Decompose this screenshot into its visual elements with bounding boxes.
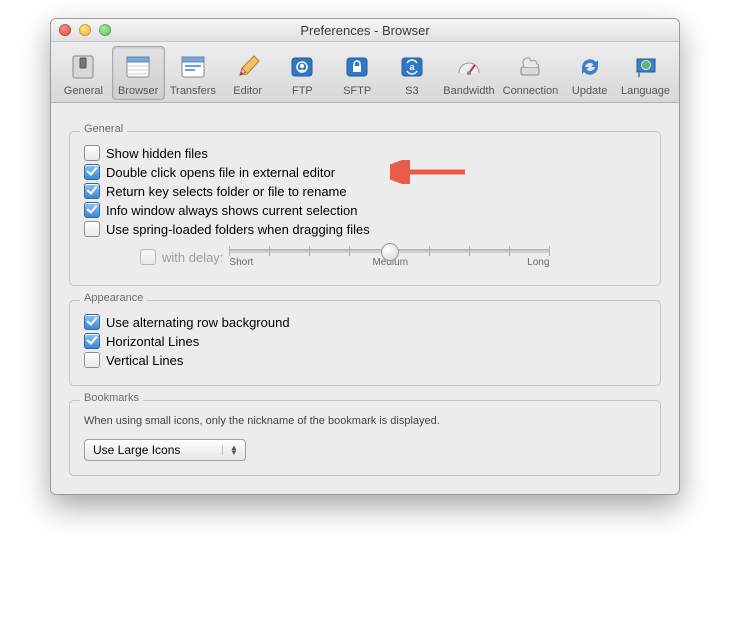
slider-thumb-icon[interactable] [381,243,399,261]
toolbar-label: Connection [503,85,559,97]
label-with-delay: with delay: [162,250,223,265]
preferences-window: Preferences - Browser General [50,18,680,495]
toolbar-item-transfers[interactable]: Transfers [167,46,220,100]
bandwidth-icon [453,51,485,83]
label-return-rename[interactable]: Return key selects folder or file to ren… [106,184,347,199]
checkbox-horizontal-lines[interactable] [84,333,100,349]
label-dblclick-external-editor[interactable]: Double click opens file in external edit… [106,165,335,180]
group-appearance: Appearance Use alternating row backgroun… [69,300,661,386]
checkbox-show-hidden[interactable] [84,145,100,161]
toolbar-label: Bandwidth [443,85,494,97]
window-title: Preferences - Browser [51,23,679,38]
label-horizontal-lines[interactable]: Horizontal Lines [106,334,199,349]
toolbar-item-ftp[interactable]: FTP [276,46,329,100]
label-info-window[interactable]: Info window always shows current selecti… [106,203,357,218]
toolbar-item-sftp[interactable]: SFTP [331,46,384,100]
toolbar-item-language[interactable]: Language [618,46,673,100]
toolbar-label: Transfers [170,85,216,97]
update-icon [574,51,606,83]
slider-label-short: Short [229,257,253,268]
icon-size-select-value: Use Large Icons [93,443,180,457]
toolbar-item-bandwidth[interactable]: Bandwidth [440,46,497,100]
checkbox-info-window[interactable] [84,202,100,218]
sftp-icon [341,51,373,83]
s3-icon: a [396,51,428,83]
toolbar-item-update[interactable]: Update [563,46,616,100]
toolbar-item-connection[interactable]: Connection [500,46,562,100]
checkbox-alternating-row[interactable] [84,314,100,330]
titlebar: Preferences - Browser [51,19,679,42]
checkbox-with-delay [140,249,156,265]
label-spring-loaded[interactable]: Use spring-loaded folders when dragging … [106,222,370,237]
toolbar-label: SFTP [343,85,371,97]
group-general: General Show hidden files Double click o… [69,131,661,286]
bookmarks-note: When using small icons, only the nicknam… [84,415,646,427]
toolbar-label: Language [621,85,670,97]
label-show-hidden[interactable]: Show hidden files [106,146,208,161]
ftp-icon [286,51,318,83]
group-appearance-label: Appearance [80,292,147,304]
toolbar-item-s3[interactable]: a S3 [386,46,439,100]
checkbox-spring-loaded[interactable] [84,221,100,237]
toolbar-label: General [64,85,103,97]
icon-size-select[interactable]: Use Large Icons ▲▼ [84,439,246,461]
checkbox-dblclick-external-editor[interactable] [84,164,100,180]
label-vertical-lines[interactable]: Vertical Lines [106,353,183,368]
language-icon [630,51,662,83]
select-arrows-icon: ▲▼ [222,445,241,455]
preferences-body: General Show hidden files Double click o… [51,103,679,494]
toolbar-label: Update [572,85,607,97]
checkbox-return-rename[interactable] [84,183,100,199]
toolbar-label: Editor [233,85,262,97]
toolbar-label: S3 [405,85,418,97]
toolbar-item-general[interactable]: General [57,46,110,100]
group-general-label: General [80,123,127,135]
connection-icon [514,51,546,83]
slider-label-long: Long [527,257,549,268]
toolbar-label: FTP [292,85,313,97]
transfers-icon [177,51,209,83]
toolbar-item-browser[interactable]: Browser [112,46,165,100]
toolbar-item-editor[interactable]: Editor [221,46,274,100]
general-icon [67,51,99,83]
toolbar-label: Browser [118,85,158,97]
delay-slider[interactable]: Short Medium Long [229,243,549,271]
group-bookmarks-label: Bookmarks [80,392,143,404]
editor-icon [232,51,264,83]
group-bookmarks: Bookmarks When using small icons, only t… [69,400,661,476]
checkbox-vertical-lines[interactable] [84,352,100,368]
toolbar: General Browser [51,42,679,103]
browser-icon [122,51,154,83]
label-alternating-row[interactable]: Use alternating row background [106,315,290,330]
